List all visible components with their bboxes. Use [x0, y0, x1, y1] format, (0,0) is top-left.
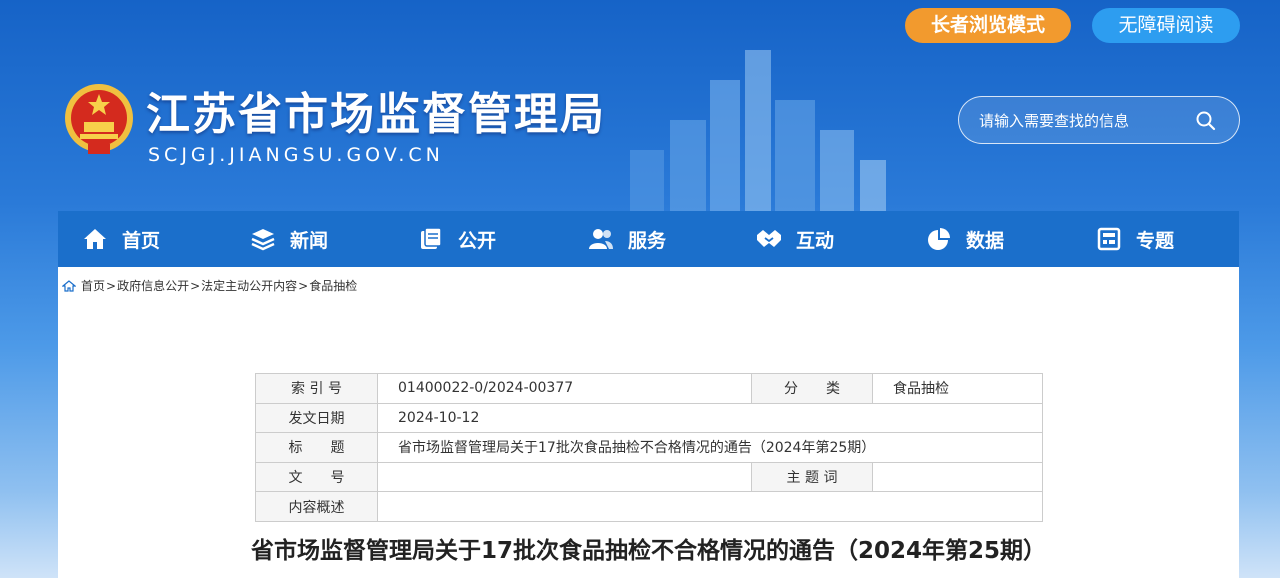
issue-date-value: 2024-10-12	[377, 402, 1043, 434]
site-domain: SCJGJ.JIANGSU.GOV.CN	[148, 144, 444, 166]
nav-item-data[interactable]: 数据	[926, 211, 1004, 267]
accessibility-reading-button[interactable]: 无障碍阅读	[1092, 8, 1240, 43]
keywords-label: 主 题 词	[751, 461, 873, 493]
nav-item-label: 服务	[628, 229, 667, 252]
home-icon	[62, 279, 76, 292]
documents-icon	[421, 227, 442, 249]
document-meta-table: 索 引 号 01400022-0/2024-00377 分 类 食品抽检 发文日…	[255, 373, 1043, 522]
panel-icon	[1097, 227, 1121, 251]
nav-item-home[interactable]: 首页	[82, 211, 160, 267]
search-icon[interactable]	[1195, 110, 1217, 132]
title-label: 标 题	[255, 432, 378, 463]
nav-item-public[interactable]: 公开	[418, 211, 496, 267]
nav-item-label: 首页	[122, 229, 161, 252]
breadcrumb-link-food-inspection[interactable]: 食品抽检	[309, 277, 357, 294]
nav-item-label: 数据	[966, 229, 1005, 252]
nav-item-label: 互动	[796, 229, 835, 252]
table-row: 索 引 号 01400022-0/2024-00377 分 类 食品抽检	[255, 373, 1043, 404]
table-row: 内容概述	[255, 491, 1043, 522]
category-value: 食品抽检	[872, 373, 1043, 404]
nav-item-label: 新闻	[290, 229, 329, 252]
nav-item-news[interactable]: 新闻	[250, 211, 328, 267]
layers-icon	[251, 229, 275, 251]
doc-number-value	[377, 461, 752, 493]
search-input[interactable]	[979, 109, 1189, 133]
pie-chart-icon	[928, 228, 950, 250]
home-icon	[84, 229, 106, 249]
city-skyline-decoration	[630, 50, 886, 220]
summary-label: 内容概述	[255, 491, 378, 522]
breadcrumb-link-gov-info[interactable]: 政府信息公开	[117, 277, 189, 294]
breadcrumb-separator: >	[190, 278, 201, 293]
people-icon	[589, 229, 613, 249]
index-number-label: 索 引 号	[255, 373, 378, 404]
table-row: 标 题 省市场监督管理局关于17批次食品抽检不合格情况的通告（2024年第25期…	[255, 432, 1043, 463]
site-title: 江苏省市场监督管理局	[146, 89, 606, 140]
breadcrumb-separator: >	[106, 278, 117, 293]
nav-item-service[interactable]: 服务	[588, 211, 666, 267]
keywords-value	[872, 461, 1043, 493]
category-label: 分 类	[751, 373, 873, 404]
main-nav: 首页 新闻 公开 服务 互动 数据 专题	[58, 211, 1239, 267]
table-row: 发文日期 2024-10-12	[255, 402, 1043, 434]
doc-number-label: 文 号	[255, 461, 378, 493]
title-value: 省市场监督管理局关于17批次食品抽检不合格情况的通告（2024年第25期）	[377, 432, 1043, 463]
national-emblem-icon	[65, 84, 133, 154]
article-title: 省市场监督管理局关于17批次食品抽检不合格情况的通告（2024年第25期）	[250, 538, 1047, 564]
nav-item-topics[interactable]: 专题	[1096, 211, 1174, 267]
breadcrumb: 首页 > 政府信息公开 > 法定主动公开内容 > 食品抽检	[62, 277, 357, 294]
issue-date-label: 发文日期	[255, 402, 378, 434]
nav-item-label: 专题	[1136, 229, 1175, 252]
nav-item-label: 公开	[458, 229, 497, 252]
nav-item-interact[interactable]: 互动	[756, 211, 834, 267]
breadcrumb-separator: >	[298, 278, 309, 293]
breadcrumb-link-home[interactable]: 首页	[81, 277, 105, 294]
elder-mode-button[interactable]: 长者浏览模式	[905, 8, 1071, 43]
summary-value	[377, 491, 1043, 522]
index-number-value: 01400022-0/2024-00377	[377, 373, 752, 404]
main-content: 首页 > 政府信息公开 > 法定主动公开内容 > 食品抽检 索 引 号 0140…	[58, 267, 1239, 578]
breadcrumb-link-statutory[interactable]: 法定主动公开内容	[201, 277, 297, 294]
search-box	[958, 96, 1240, 144]
handshake-icon	[757, 230, 781, 247]
table-row: 文 号 主 题 词	[255, 461, 1043, 493]
